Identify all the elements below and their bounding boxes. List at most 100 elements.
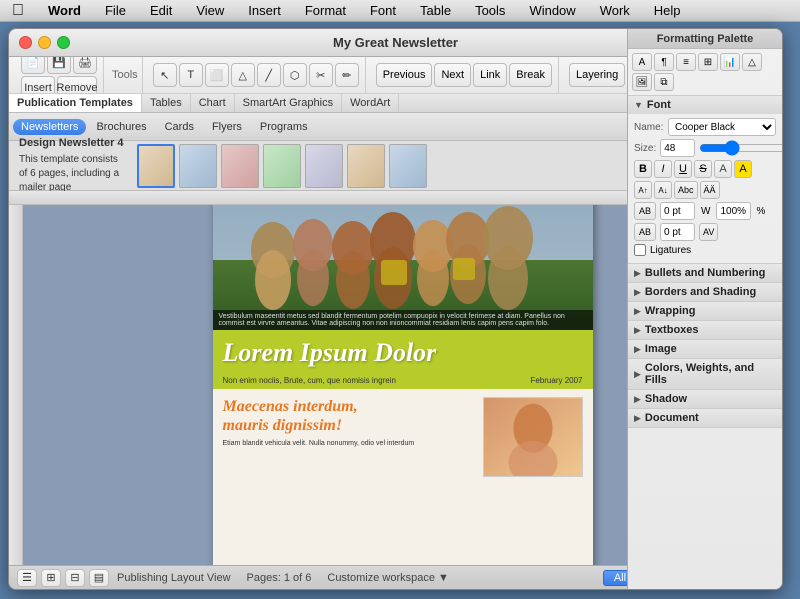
fp-section-2: ▶ Wrapping bbox=[628, 302, 782, 321]
traffic-lights bbox=[19, 36, 70, 49]
status-pages: Pages: 1 of 6 bbox=[247, 572, 312, 584]
menu-bar:  Word File Edit View Insert Format Font… bbox=[0, 0, 800, 22]
menu-work[interactable]: Work bbox=[596, 3, 634, 18]
headline-text: Lorem Ipsum Dolor bbox=[223, 338, 583, 368]
link-tool[interactable]: ⬡ bbox=[283, 63, 307, 87]
body-text: Etiam blandit vehicula velit. Nulla nonu… bbox=[223, 439, 475, 449]
fp-ligatures-checkbox[interactable] bbox=[634, 244, 646, 256]
word-window: My Great Newsletter 📄 💾 🖨 Insert Remove … bbox=[8, 28, 783, 590]
tab-publication-templates[interactable]: Publication Templates bbox=[9, 94, 142, 112]
cat-newsletters[interactable]: Newsletters bbox=[13, 119, 86, 135]
fp-font-section: ▼ Font Name: Cooper Black Size: bbox=[628, 205, 782, 264]
maximize-button[interactable] bbox=[57, 36, 70, 49]
menu-tools[interactable]: Tools bbox=[471, 3, 509, 18]
cat-flyers[interactable]: Flyers bbox=[204, 119, 250, 135]
fp-kern-button[interactable]: AV bbox=[699, 223, 718, 241]
menu-insert[interactable]: Insert bbox=[244, 3, 285, 18]
toolbar-tools-section: ↖ T ⬜ △ ╱ ⬡ ✂ ✏ bbox=[147, 57, 366, 93]
menu-format[interactable]: Format bbox=[301, 3, 350, 18]
template-thumb-3[interactable] bbox=[221, 144, 259, 188]
page-caption: Vestibulum maseentit metus sed blandit f… bbox=[213, 310, 593, 330]
tab-smartart[interactable]: SmartArt Graphics bbox=[235, 94, 342, 112]
view-icon-3[interactable]: ⊟ bbox=[65, 569, 85, 587]
page-body: Maecenas interdum, mauris dignissim! Eti… bbox=[213, 389, 593, 485]
menu-word[interactable]: Word bbox=[44, 3, 85, 18]
fp-section-header-0[interactable]: ▶ Bullets and Numbering bbox=[628, 264, 782, 282]
doc-palette-area: Vestibulum maseentit metus sed blandit f… bbox=[9, 205, 782, 565]
image-tool[interactable]: ⬜ bbox=[205, 63, 229, 87]
toolbar-file-section: 📄 💾 🖨 Insert Remove bbox=[15, 57, 104, 93]
tab-wordart[interactable]: WordArt bbox=[342, 94, 399, 112]
fp-section-1: ▶ Borders and Shading bbox=[628, 283, 782, 302]
menu-font[interactable]: Font bbox=[366, 3, 400, 18]
tools-label: Tools bbox=[112, 69, 138, 81]
fp-section-6: ▶ Shadow bbox=[628, 390, 782, 409]
template-thumbs bbox=[137, 144, 427, 188]
menu-file[interactable]: File bbox=[101, 3, 130, 18]
fp-section-header-5[interactable]: ▶ Colors, Weights, and Fills bbox=[628, 359, 782, 389]
page-body-left: Maecenas interdum, mauris dignissim! Eti… bbox=[223, 397, 475, 477]
toolbar-tab-group: Publication Templates Tables Chart Smart… bbox=[9, 94, 399, 112]
crop-tool[interactable]: ✂ bbox=[309, 63, 333, 87]
tab-chart[interactable]: Chart bbox=[191, 94, 235, 112]
template-thumb-7[interactable] bbox=[389, 144, 427, 188]
orange-headline: Maecenas interdum, mauris dignissim! bbox=[223, 397, 475, 435]
cat-programs[interactable]: Programs bbox=[252, 119, 316, 135]
headline-bar: Lorem Ipsum Dolor bbox=[213, 330, 593, 376]
cat-cards[interactable]: Cards bbox=[157, 119, 202, 135]
menu-table[interactable]: Table bbox=[416, 3, 455, 18]
view-icon-4[interactable]: ▤ bbox=[89, 569, 109, 587]
fp-spacing-val2[interactable] bbox=[660, 223, 695, 241]
fp-section-4: ▶ Image bbox=[628, 340, 782, 359]
next-button[interactable]: Next bbox=[434, 63, 471, 87]
menu-window[interactable]: Window bbox=[525, 3, 579, 18]
select-tool[interactable]: ↖ bbox=[153, 63, 177, 87]
fp-collapsed-sections: ▶ Bullets and Numbering ▶ Borders and Sh… bbox=[628, 264, 782, 428]
menu-view[interactable]: View bbox=[192, 3, 228, 18]
fp-section-header-3[interactable]: ▶ Textboxes bbox=[628, 321, 782, 339]
cat-brochures[interactable]: Brochures bbox=[88, 119, 154, 135]
toolbar-nav-section: Previous Next Link Break bbox=[370, 57, 559, 93]
fp-ligatures-label: Ligatures bbox=[650, 245, 691, 256]
layering-button[interactable]: Layering bbox=[569, 63, 625, 87]
template-title: Design Newsletter 4 bbox=[19, 136, 129, 151]
line-tool[interactable]: ╱ bbox=[257, 63, 281, 87]
fp-section-header-7[interactable]: ▶ Document bbox=[628, 409, 782, 427]
shape-tool[interactable]: △ bbox=[231, 63, 255, 87]
template-thumb-5[interactable] bbox=[305, 144, 343, 188]
subheadline-text: Non enim nociis, Brute, cum, que nomisis… bbox=[223, 376, 396, 385]
close-button[interactable] bbox=[19, 36, 32, 49]
page-body-right bbox=[483, 397, 583, 477]
apple-menu[interactable]:  bbox=[8, 2, 28, 20]
template-thumb-2[interactable] bbox=[179, 144, 217, 188]
menu-edit[interactable]: Edit bbox=[146, 3, 176, 18]
template-description: Design Newsletter 4 This template consis… bbox=[19, 136, 129, 195]
fp-section-3: ▶ Textboxes bbox=[628, 321, 782, 340]
previous-button[interactable]: Previous bbox=[376, 63, 433, 87]
caption-text: Vestibulum maseentit metus sed blandit f… bbox=[219, 313, 587, 327]
tab-tables[interactable]: Tables bbox=[142, 94, 191, 112]
status-customize[interactable]: Customize workspace ▼ bbox=[327, 572, 449, 584]
menu-help[interactable]: Help bbox=[650, 3, 685, 18]
template-thumb-6[interactable] bbox=[347, 144, 385, 188]
link-button[interactable]: Link bbox=[473, 63, 507, 87]
window-title: My Great Newsletter bbox=[333, 35, 458, 50]
fp-section-header-1[interactable]: ▶ Borders and Shading bbox=[628, 283, 782, 301]
text-tool[interactable]: T bbox=[179, 63, 203, 87]
minimize-button[interactable] bbox=[38, 36, 51, 49]
template-thumb-1[interactable] bbox=[137, 144, 175, 188]
fp-section-5: ▶ Colors, Weights, and Fills bbox=[628, 359, 782, 390]
fp-spacing-val1[interactable] bbox=[660, 205, 695, 220]
template-thumb-4[interactable] bbox=[263, 144, 301, 188]
view-icon-2[interactable]: ⊞ bbox=[41, 569, 61, 587]
fp-width-val[interactable] bbox=[716, 205, 751, 220]
right-photo bbox=[483, 397, 583, 477]
template-desc-text: This template consists of 6 pages, inclu… bbox=[19, 153, 129, 195]
subheadline-bar: Non enim nociis, Brute, cum, que nomisis… bbox=[213, 376, 593, 389]
fp-section-header-4[interactable]: ▶ Image bbox=[628, 340, 782, 358]
fp-section-header-6[interactable]: ▶ Shadow bbox=[628, 390, 782, 408]
draw-tool[interactable]: ✏ bbox=[335, 63, 359, 87]
fp-section-header-2[interactable]: ▶ Wrapping bbox=[628, 302, 782, 320]
view-icon-1[interactable]: ☰ bbox=[17, 569, 37, 587]
break-button[interactable]: Break bbox=[509, 63, 552, 87]
